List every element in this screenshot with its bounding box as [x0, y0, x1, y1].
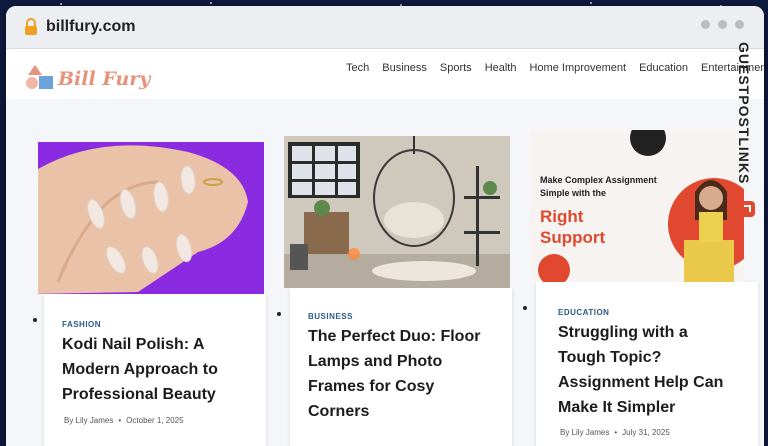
article-date: October 1, 2025: [126, 416, 184, 425]
article-card[interactable]: FASHION Kodi Nail Polish: A Modern Appro…: [44, 294, 266, 446]
list-bullet: [523, 306, 527, 310]
image-highlight: Right Support: [540, 207, 606, 247]
image-caption: Make Complex Assignment Simple with the: [540, 175, 657, 198]
article-thumbnail[interactable]: [38, 142, 264, 294]
nav-item-education[interactable]: Education: [639, 62, 688, 74]
nav-item-home-improvement[interactable]: Home Improvement: [529, 62, 626, 74]
browser-window: billfury.com Bill Fury Tech Business Spo…: [6, 6, 764, 446]
guestpostlinks-badge[interactable]: GUESTPOSTLINKS: [736, 42, 758, 242]
article-title[interactable]: The Perfect Duo: Floor Lamps and Photo F…: [308, 324, 508, 424]
address-bar[interactable]: billfury.com: [6, 6, 764, 49]
article-category[interactable]: FASHION: [62, 320, 101, 329]
article-category[interactable]: BUSINESS: [308, 312, 353, 321]
article-date: July 31, 2025: [622, 428, 670, 437]
window-dot-icon[interactable]: [701, 20, 710, 29]
list-bullet: [33, 318, 37, 322]
url-text[interactable]: billfury.com: [46, 18, 136, 36]
nav-item-health[interactable]: Health: [485, 62, 517, 74]
article-card[interactable]: EDUCATION Struggling with a Tough Topic?…: [536, 282, 758, 446]
badge-text: GUESTPOSTLINKS: [736, 42, 752, 185]
article-meta: By Lily James • October 1, 2025: [64, 416, 184, 425]
lock-icon: [25, 18, 37, 35]
nav-item-business[interactable]: Business: [382, 62, 427, 74]
window-dot-icon[interactable]: [735, 20, 744, 29]
link-icon: [739, 201, 755, 217]
article-thumbnail[interactable]: [284, 136, 510, 288]
nails-image: [38, 145, 248, 294]
hanging-chair-image: [284, 136, 510, 288]
article-thumbnail[interactable]: Make Complex Assignment Simple with the …: [530, 130, 744, 282]
list-bullet: [277, 312, 281, 316]
article-meta: By Lily James • July 31, 2025: [560, 428, 670, 437]
window-dot-icon[interactable]: [718, 20, 727, 29]
window-controls: [701, 20, 744, 29]
nav-item-sports[interactable]: Sports: [440, 62, 472, 74]
article-title[interactable]: Struggling with a Tough Topic? Assignmen…: [558, 320, 754, 420]
logo-text[interactable]: Bill Fury: [58, 68, 150, 90]
site-header: Bill Fury Tech Business Sports Health Ho…: [6, 49, 764, 99]
article-category[interactable]: EDUCATION: [558, 308, 609, 317]
author-link[interactable]: By Lily James: [64, 416, 113, 425]
author-link[interactable]: By Lily James: [560, 428, 609, 437]
article-card[interactable]: BUSINESS The Perfect Duo: Floor Lamps an…: [290, 288, 512, 446]
nav-item-tech[interactable]: Tech: [346, 62, 369, 74]
main-nav: Tech Business Sports Health Home Improve…: [346, 62, 764, 74]
article-title[interactable]: Kodi Nail Polish: A Modern Approach to P…: [62, 332, 262, 407]
